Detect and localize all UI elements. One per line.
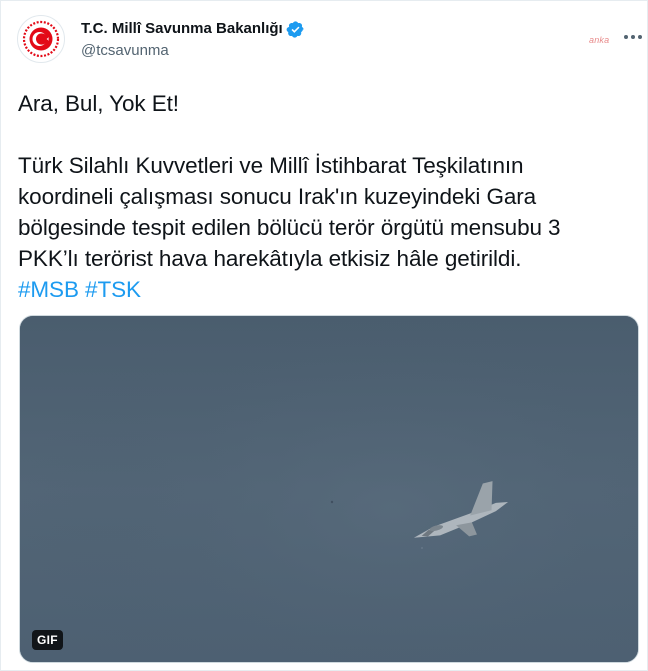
tweet-body-line: Türk Silahlı Kuvvetleri ve Millî İstihba… (18, 153, 524, 178)
tweet-headline: Ara, Bul, Yok Et! (18, 91, 179, 116)
tweet-header: T.C. Millî Savunma Bakanlığı @tcsavunma … (17, 15, 642, 63)
hashtag-tsk[interactable]: #TSK (85, 277, 141, 302)
hashtag-msb[interactable]: #MSB (18, 277, 79, 302)
user-handle[interactable]: @tcsavunma (81, 41, 305, 61)
tweet-body-line: PKK’lı terörist hava harekâtıyla etkisiz… (18, 246, 522, 271)
tweet-body-line: bölgesinde tespit edilen bölücü terör ör… (18, 215, 561, 240)
tweet-body-line: koordineli çalışması sonucu Irak'ın kuze… (18, 184, 537, 209)
gif-media[interactable]: GIF (19, 315, 639, 663)
msb-emblem-icon (22, 20, 60, 58)
tweet-card: T.C. Millî Savunma Bakanlığı @tcsavunma … (0, 0, 648, 671)
watermark: anka (589, 35, 610, 45)
more-dots-icon[interactable] (621, 25, 645, 49)
jet-aircraft-image (20, 316, 638, 662)
hashtag-row: #MSB #TSK (18, 274, 636, 305)
display-name-row: T.C. Millî Savunma Bakanlığı (81, 19, 305, 39)
display-name[interactable]: T.C. Millî Savunma Bakanlığı (81, 19, 283, 39)
author-block: T.C. Millî Savunma Bakanlığı @tcsavunma (81, 19, 305, 61)
avatar[interactable] (17, 15, 65, 63)
verified-badge-icon (286, 20, 305, 39)
gif-badge: GIF (32, 630, 63, 650)
tweet-text: Ara, Bul, Yok Et! Türk Silahlı Kuvvetler… (18, 88, 636, 305)
